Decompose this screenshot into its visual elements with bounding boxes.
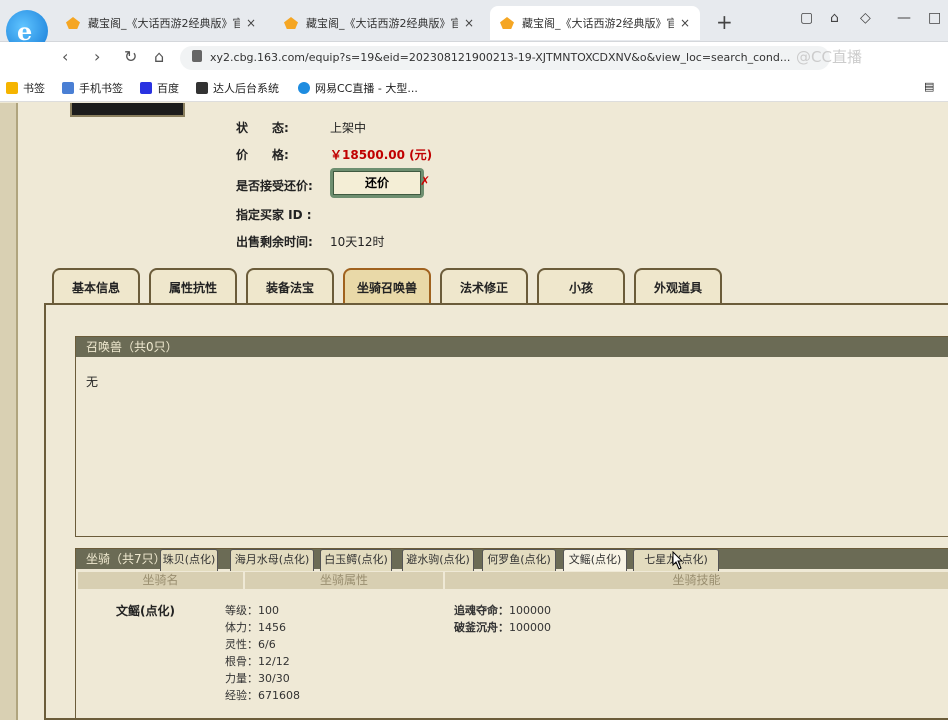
mount-skill: 破釜沉舟：100000 xyxy=(454,621,551,634)
bookmark-item[interactable]: 网易CC直播 - 大型... xyxy=(298,80,418,96)
status-value: 上架中 xyxy=(330,121,367,135)
mount-tab[interactable]: 珠贝(点化) xyxy=(160,549,218,571)
minimize-icon[interactable]: — xyxy=(897,10,911,26)
lock-icon xyxy=(192,50,202,62)
mount-attr: 等级：100 xyxy=(225,604,279,617)
bookmark-item[interactable]: 达人后台系统 xyxy=(196,80,279,96)
bookmark-item[interactable]: 手机书签 xyxy=(62,80,123,96)
tab-close-icon[interactable]: × xyxy=(246,16,256,30)
tab-favicon-icon xyxy=(284,17,298,29)
tab-title: 藏宝阁_《大话西游2经典版》官方 xyxy=(88,17,240,30)
tab-children[interactable]: 小孩 xyxy=(537,268,625,304)
tab-list-icon[interactable]: ▢ xyxy=(800,10,813,26)
bookmarks-bar: 书签 手机书签 百度 达人后台系统 网易CC直播 - 大型... ▤ xyxy=(0,74,948,102)
mount-attr: 灵性：6/6 xyxy=(225,638,276,651)
forward-icon[interactable]: › xyxy=(94,47,100,66)
browser-tab-3[interactable]: 藏宝阁_《大话西游2经典版》官方 × xyxy=(490,6,700,40)
tab-mounts-summons[interactable]: 坐骑召唤兽 xyxy=(343,268,431,304)
baidu-icon xyxy=(140,82,152,94)
page-frame xyxy=(0,103,18,720)
reading-list-icon[interactable]: ▤ xyxy=(924,80,934,93)
mount-tab[interactable]: 白玉鳄(点化) xyxy=(320,549,392,571)
tab-spell-modifiers[interactable]: 法术修正 xyxy=(440,268,528,304)
url-input[interactable]: xy2.cbg.163.com/equip?s=19&eid=202308121… xyxy=(180,46,830,70)
close-icon: ✗ xyxy=(420,174,431,188)
browser-tab-2[interactable]: 藏宝阁_《大话西游2经典版》官方 × xyxy=(274,6,484,40)
mount-attr: 经验：671608 xyxy=(225,689,300,702)
counter-offer-button-label: 还价 xyxy=(333,171,421,195)
tab-title: 藏宝阁_《大话西游2经典版》官方 xyxy=(522,17,674,30)
cursor-icon xyxy=(672,551,684,570)
home-icon[interactable]: ⌂ xyxy=(154,47,164,66)
tab-basic-info[interactable]: 基本信息 xyxy=(52,268,140,304)
phone-icon xyxy=(62,82,74,94)
back-icon[interactable]: ‹ xyxy=(62,47,68,66)
col-mount-skills: 坐骑技能 xyxy=(445,572,948,589)
summons-header: 召唤兽（共0只） xyxy=(76,337,948,357)
summons-empty-text: 无 xyxy=(86,375,99,389)
item-image xyxy=(70,103,185,117)
col-mount-attributes: 坐骑属性 xyxy=(245,572,443,589)
tab-favicon-icon xyxy=(500,17,514,29)
star-icon xyxy=(6,82,18,94)
tab-equipment[interactable]: 装备法宝 xyxy=(246,268,334,304)
designated-buyer-label: 指定买家 ID : xyxy=(236,208,312,222)
new-tab-button[interactable]: + xyxy=(716,10,733,34)
game-icon[interactable]: ⌂ xyxy=(830,10,839,26)
counter-offer-label: 是否接受还价: xyxy=(236,179,313,193)
mount-attr: 力量：30/30 xyxy=(225,672,290,685)
tab-close-icon[interactable]: × xyxy=(464,16,474,30)
watermark: @CC直播 xyxy=(796,48,862,66)
mount-skill: 追魂夺命：100000 xyxy=(454,604,551,617)
mount-attr: 体力：1456 xyxy=(225,621,286,634)
remaining-time-label: 出售剩余时间: xyxy=(236,235,313,249)
tab-appearance[interactable]: 外观道具 xyxy=(634,268,722,304)
cc-icon xyxy=(298,82,310,94)
summons-section: 召唤兽（共0只） 无 xyxy=(75,336,948,537)
bookmark-item[interactable]: 书签 xyxy=(6,80,45,96)
mount-name: 文鳐(点化) xyxy=(116,604,175,618)
mount-tab[interactable]: 海月水母(点化) xyxy=(230,549,314,571)
tab-title: 藏宝阁_《大话西游2经典版》官方 xyxy=(306,17,458,30)
mount-attr: 根骨：12/12 xyxy=(225,655,290,668)
mount-tab-active[interactable]: 文鳐(点化) xyxy=(563,549,627,571)
maximize-icon[interactable]: □ xyxy=(928,10,941,26)
bookmark-item[interactable]: 百度 xyxy=(140,80,179,96)
shield-icon[interactable]: ◇ xyxy=(860,10,871,26)
status-label: 状 态: xyxy=(236,121,289,135)
refresh-icon[interactable]: ↻ xyxy=(124,47,137,66)
col-mount-name: 坐骑名 xyxy=(78,572,243,589)
price-label: 价 格: xyxy=(236,148,289,162)
browser-tab-bar: e 藏宝阁_《大话西游2经典版》官方 × 藏宝阁_《大话西游2经典版》官方 × … xyxy=(0,0,948,52)
remaining-time-value: 10天12时 xyxy=(330,235,385,249)
tab-favicon-icon xyxy=(66,17,80,29)
tab-close-icon[interactable]: × xyxy=(680,16,690,30)
mount-tab[interactable]: 何罗鱼(点化) xyxy=(482,549,556,571)
browser-tab-1[interactable]: 藏宝阁_《大话西游2经典版》官方 × xyxy=(56,6,266,40)
price-value: ￥18500.00 (元) xyxy=(330,148,433,162)
tab-attributes[interactable]: 属性抗性 xyxy=(149,268,237,304)
mount-tab[interactable]: 避水驹(点化) xyxy=(402,549,474,571)
counter-offer-button[interactable]: 还价 xyxy=(330,168,424,198)
link-icon xyxy=(196,82,208,94)
